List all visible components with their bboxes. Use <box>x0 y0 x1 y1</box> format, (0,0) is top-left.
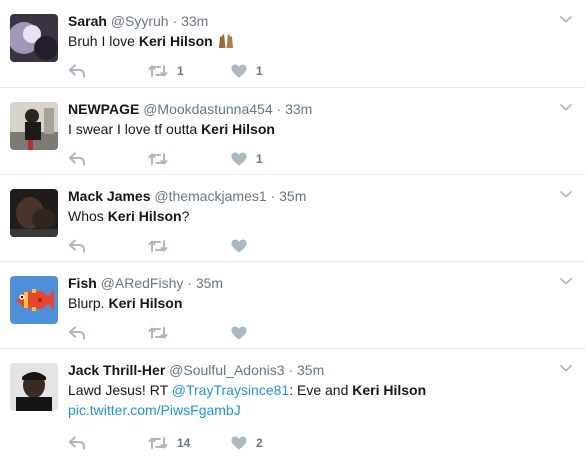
reply-button[interactable] <box>68 237 86 255</box>
display-name[interactable]: Mack James <box>68 188 151 204</box>
timestamp[interactable]: 33m <box>181 13 208 29</box>
display-name[interactable]: Fish <box>68 275 97 291</box>
retweet-button[interactable]: 14 <box>148 434 190 452</box>
tweet[interactable]: Mack James @themackjames1 · 35m Whos Ker… <box>0 175 585 262</box>
timestamp[interactable]: 35m <box>297 362 324 378</box>
reply-icon <box>68 152 85 166</box>
reply-button[interactable] <box>68 434 86 452</box>
tweet-text: Blurp. Keri Hilson <box>68 293 548 313</box>
retweet-icon <box>148 153 168 165</box>
reply-button[interactable] <box>68 324 86 342</box>
avatar[interactable] <box>10 363 58 411</box>
timestamp[interactable]: 35m <box>196 275 223 291</box>
avatar[interactable] <box>10 276 58 324</box>
username[interactable]: @themackjames1 <box>154 188 266 204</box>
tweet-header: Sarah @Syyruh · 33m <box>68 12 208 30</box>
tweet-text-part: Lawd Jesus! RT <box>68 382 172 398</box>
timestamp[interactable]: 33m <box>285 101 312 117</box>
tweet-text-part: I swear I love tf outta <box>68 121 202 137</box>
tweet-text-part: : Eve and <box>289 382 353 398</box>
chevron-down-icon[interactable] <box>559 100 573 114</box>
reply-button[interactable] <box>68 62 86 80</box>
tweet-text-part: ? <box>181 208 190 224</box>
separator: · <box>276 101 282 117</box>
like-count: 2 <box>256 436 263 450</box>
tweet-text: I swear I love tf outta Keri Hilson <box>68 119 548 139</box>
search-highlight: Keri Hilson <box>352 382 427 398</box>
chevron-down-icon[interactable] <box>559 274 573 288</box>
separator: · <box>187 275 192 291</box>
tweet[interactable]: NEWPAGE @Mookdastunna454 · 33m I swear I… <box>0 88 585 175</box>
search-highlight: Keri Hilson <box>108 295 183 311</box>
username[interactable]: @Mookdastunna454 <box>143 101 272 117</box>
tweet-feed: Sarah @Syyruh · 33m Bruh I love Keri Hil… <box>0 0 585 458</box>
reply-button[interactable] <box>68 150 86 168</box>
tweet-header: Mack James @themackjames1 · 35m <box>68 187 306 205</box>
tweet-text: Bruh I love Keri Hilson <box>68 31 548 51</box>
username[interactable]: @ARedFishy <box>101 275 184 291</box>
avatar[interactable] <box>10 102 58 150</box>
retweet-button[interactable]: 1 <box>148 62 184 80</box>
retweet-button[interactable] <box>148 150 177 168</box>
tweet-header: Jack Thrill-Her @Soulful_Adonis3 · 35m <box>68 361 324 379</box>
display-name[interactable]: Sarah <box>68 13 107 29</box>
raising-hands-emoji <box>218 34 233 48</box>
tweet[interactable]: Fish @ARedFishy · 35m Blurp. Keri Hilson <box>0 262 585 349</box>
reply-icon <box>68 326 85 340</box>
reply-icon <box>68 239 85 253</box>
like-count: 1 <box>256 64 263 78</box>
tweet-text-part: Whos <box>68 208 108 224</box>
avatar[interactable] <box>10 189 58 237</box>
retweet-button[interactable] <box>148 237 177 255</box>
heart-icon <box>231 436 247 450</box>
retweet-count: 14 <box>177 436 191 450</box>
tweet[interactable]: Sarah @Syyruh · 33m Bruh I love Keri Hil… <box>0 0 585 88</box>
retweet-button[interactable] <box>148 324 177 342</box>
tweet-text-part: Blurp. <box>68 295 109 311</box>
heart-icon <box>231 64 247 78</box>
tweet[interactable]: Jack Thrill-Her @Soulful_Adonis3 · 35m L… <box>0 349 585 458</box>
separator: · <box>288 362 294 378</box>
tweet-text-part: Bruh I love <box>68 33 139 49</box>
reply-icon <box>68 436 85 450</box>
chevron-down-icon[interactable] <box>559 12 573 26</box>
like-button[interactable] <box>231 324 256 342</box>
tweet-header: NEWPAGE @Mookdastunna454 · 33m <box>68 100 312 118</box>
avatar[interactable] <box>10 14 58 62</box>
chevron-down-icon[interactable] <box>559 187 573 201</box>
chevron-down-icon[interactable] <box>559 361 573 375</box>
retweet-count: 1 <box>177 64 184 78</box>
reply-icon <box>68 64 85 78</box>
search-highlight: Keri Hilson <box>138 33 213 49</box>
media-link[interactable]: pic.twitter.com/PiwsFgambJ <box>68 402 241 418</box>
heart-icon <box>231 239 247 253</box>
like-button[interactable]: 1 <box>231 150 263 168</box>
retweet-icon <box>148 327 168 339</box>
search-highlight: Keri Hilson <box>107 208 182 224</box>
like-count: 1 <box>256 152 263 166</box>
separator: · <box>270 188 276 204</box>
display-name[interactable]: Jack Thrill-Her <box>68 362 165 378</box>
retweet-icon <box>148 65 168 77</box>
timestamp[interactable]: 35m <box>279 188 306 204</box>
heart-icon <box>231 326 247 340</box>
username[interactable]: @Syyruh <box>111 13 169 29</box>
display-name[interactable]: NEWPAGE <box>68 101 139 117</box>
heart-icon <box>231 152 247 166</box>
retweet-icon <box>148 240 168 252</box>
username[interactable]: @Soulful_Adonis3 <box>169 362 284 378</box>
like-button[interactable]: 2 <box>231 434 263 452</box>
separator: · <box>172 13 178 29</box>
search-highlight: Keri Hilson <box>201 121 275 137</box>
mention-link[interactable]: @TrayTraysince81 <box>172 382 289 398</box>
tweet-header: Fish @ARedFishy · 35m <box>68 274 223 292</box>
like-button[interactable] <box>231 237 256 255</box>
tweet-text: Whos Keri Hilson? <box>68 206 548 226</box>
like-button[interactable]: 1 <box>231 62 263 80</box>
retweet-icon <box>148 437 168 449</box>
tweet-text: Lawd Jesus! RT @TrayTraysince81: Eve and… <box>68 380 548 420</box>
